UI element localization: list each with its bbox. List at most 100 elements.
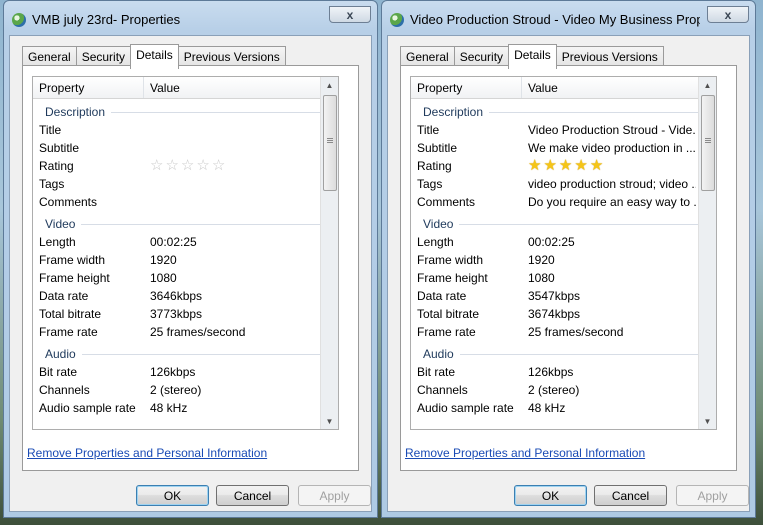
cancel-button[interactable]: Cancel (594, 485, 667, 506)
vertical-scrollbar[interactable]: ▲ ▼ (320, 77, 338, 429)
scroll-up-arrow-icon[interactable]: ▲ (321, 77, 338, 93)
property-row[interactable]: Title Video Production Stroud - Vide... (411, 121, 703, 139)
property-row[interactable]: Total bitrate 3773kbps (33, 305, 325, 323)
property-row[interactable]: Length 00:02:25 (33, 233, 325, 251)
property-value[interactable]: 48 kHz (150, 401, 318, 415)
property-value[interactable]: 3773kbps (150, 307, 318, 321)
star-icon[interactable]: ★ (528, 158, 541, 173)
property-row[interactable]: Channels 2 (stereo) (33, 381, 325, 399)
property-value[interactable]: 1080 (150, 271, 318, 285)
property-row[interactable]: Data rate 3547kbps (411, 287, 703, 305)
property-value[interactable]: 00:02:25 (528, 235, 696, 249)
scroll-up-arrow-icon[interactable]: ▲ (699, 77, 716, 93)
column-header-value[interactable]: Value (528, 81, 558, 95)
tab-details[interactable]: Details (508, 44, 557, 69)
close-button[interactable]: x (329, 6, 371, 23)
scroll-down-arrow-icon[interactable]: ▼ (321, 413, 338, 429)
remove-properties-link[interactable]: Remove Properties and Personal Informati… (405, 446, 645, 460)
tab-details[interactable]: Details (130, 44, 179, 69)
property-value[interactable]: 48 kHz (528, 401, 696, 415)
list-header: Property Value (33, 77, 323, 99)
property-row[interactable]: Frame width 1920 (411, 251, 703, 269)
rating-stars[interactable]: ☆ ☆ ☆ ☆ ☆ (150, 158, 227, 173)
star-icon[interactable]: ☆ (165, 158, 178, 173)
property-row[interactable]: Frame height 1080 (411, 269, 703, 287)
property-value[interactable]: 3674kbps (528, 307, 696, 321)
property-value[interactable]: 126kbps (528, 365, 696, 379)
property-row[interactable]: Bit rate 126kbps (411, 363, 703, 381)
property-value[interactable]: 3646kbps (150, 289, 318, 303)
star-icon[interactable]: ☆ (150, 158, 163, 173)
properties-dialog-video-production: Video Production Stroud - Video My Busin… (381, 0, 756, 518)
star-icon[interactable]: ☆ (196, 158, 209, 173)
property-row[interactable]: Comments (33, 193, 325, 211)
property-value[interactable]: 25 frames/second (150, 325, 318, 339)
property-value[interactable]: video production stroud; video ... (528, 177, 696, 191)
property-value[interactable]: 1920 (150, 253, 318, 267)
column-header-property[interactable]: Property (39, 81, 84, 95)
property-row[interactable]: Channels 2 (stereo) (411, 381, 703, 399)
title-bar[interactable]: VMB july 23rd- Properties x (4, 1, 377, 35)
property-row[interactable]: Rating ★ ★ ★ ★ ★ (411, 157, 703, 175)
property-name: Data rate (417, 289, 467, 303)
ok-button[interactable]: OK (136, 485, 209, 506)
vertical-scrollbar[interactable]: ▲ ▼ (698, 77, 716, 429)
remove-properties-link[interactable]: Remove Properties and Personal Informati… (27, 446, 267, 460)
scroll-down-arrow-icon[interactable]: ▼ (699, 413, 716, 429)
property-row[interactable]: Length 00:02:25 (411, 233, 703, 251)
star-icon[interactable]: ★ (543, 158, 556, 173)
property-value[interactable]: 1920 (528, 253, 696, 267)
property-value[interactable]: 3547kbps (528, 289, 696, 303)
property-value[interactable]: 1080 (528, 271, 696, 285)
section-label: Video (423, 217, 460, 231)
property-row[interactable]: Frame height 1080 (33, 269, 325, 287)
star-icon[interactable]: ★ (574, 158, 587, 173)
property-row[interactable]: Audio sample rate 48 kHz (33, 399, 325, 417)
star-icon[interactable]: ★ (590, 158, 603, 173)
properties-dialog-vmb: VMB july 23rd- Properties x General Secu… (3, 0, 378, 518)
property-row[interactable]: Comments Do you require an easy way to ..… (411, 193, 703, 211)
property-row[interactable]: Audio sample rate 48 kHz (411, 399, 703, 417)
property-list[interactable]: Property Value Description Title Video Pro… (410, 76, 717, 430)
property-row[interactable]: Title (33, 121, 325, 139)
star-icon[interactable]: ★ (559, 158, 572, 173)
property-value[interactable]: 00:02:25 (150, 235, 318, 249)
column-divider[interactable] (143, 77, 144, 98)
property-row[interactable]: Frame rate 25 frames/second (33, 323, 325, 341)
property-value[interactable]: We make video production in ... (528, 141, 696, 155)
rating-stars[interactable]: ★ ★ ★ ★ ★ (528, 158, 605, 173)
scroll-thumb[interactable] (323, 95, 337, 191)
property-value[interactable]: 2 (stereo) (150, 383, 318, 397)
column-divider[interactable] (521, 77, 522, 98)
property-value[interactable]: Do you require an easy way to ... (528, 195, 696, 209)
property-value[interactable]: Video Production Stroud - Vide... (528, 123, 696, 137)
cancel-button[interactable]: Cancel (216, 485, 289, 506)
ok-button[interactable]: OK (514, 485, 587, 506)
property-list[interactable]: Property Value Description Title Subtitle R… (32, 76, 339, 430)
property-row[interactable]: Total bitrate 3674kbps (411, 305, 703, 323)
property-name: Frame width (417, 253, 484, 267)
property-row[interactable]: Bit rate 126kbps (33, 363, 325, 381)
property-rows: Description Title Subtitle Rating ☆ ☆ ☆ ☆ ☆ Tags C… (33, 99, 325, 417)
close-button[interactable]: x (707, 6, 749, 23)
apply-button[interactable]: Apply (298, 485, 371, 506)
property-name: Total bitrate (39, 307, 102, 321)
title-bar[interactable]: Video Production Stroud - Video My Busin… (382, 1, 755, 35)
star-icon[interactable]: ☆ (181, 158, 194, 173)
column-header-property[interactable]: Property (417, 81, 462, 95)
column-header-value[interactable]: Value (150, 81, 180, 95)
property-row[interactable]: Tags (33, 175, 325, 193)
property-value[interactable]: 25 frames/second (528, 325, 696, 339)
property-row[interactable]: Frame rate 25 frames/second (411, 323, 703, 341)
property-row[interactable]: Frame width 1920 (33, 251, 325, 269)
property-value[interactable]: 126kbps (150, 365, 318, 379)
property-row[interactable]: Tags video production stroud; video ... (411, 175, 703, 193)
property-row[interactable]: Subtitle (33, 139, 325, 157)
property-value[interactable]: 2 (stereo) (528, 383, 696, 397)
property-row[interactable]: Rating ☆ ☆ ☆ ☆ ☆ (33, 157, 325, 175)
apply-button[interactable]: Apply (676, 485, 749, 506)
star-icon[interactable]: ☆ (212, 158, 225, 173)
scroll-thumb[interactable] (701, 95, 715, 191)
property-row[interactable]: Data rate 3646kbps (33, 287, 325, 305)
property-row[interactable]: Subtitle We make video production in ... (411, 139, 703, 157)
